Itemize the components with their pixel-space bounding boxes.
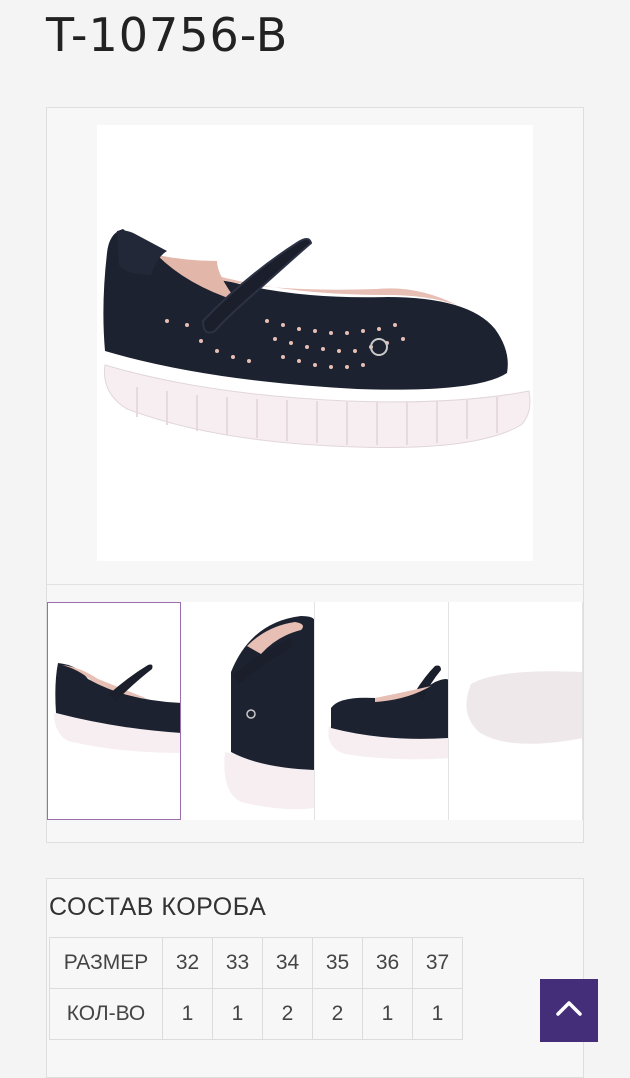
size-row-label: РАЗМЕР bbox=[49, 937, 163, 989]
quantity-cell: 2 bbox=[312, 988, 363, 1040]
gallery-divider bbox=[47, 584, 583, 585]
quantity-cell: 1 bbox=[162, 988, 213, 1040]
thumbnail-4[interactable] bbox=[449, 602, 583, 820]
size-cell: 37 bbox=[412, 937, 463, 989]
thumbnail-2[interactable] bbox=[181, 602, 315, 820]
quantity-row-label: КОЛ-ВО bbox=[49, 988, 163, 1040]
box-composition-panel: СОСТАВ КОРОБА РАЗМЕР 32 33 34 35 36 37 К… bbox=[46, 878, 584, 1078]
thumbnail-1[interactable] bbox=[47, 602, 181, 820]
chevron-up-icon bbox=[555, 999, 583, 1022]
quantity-cell: 1 bbox=[362, 988, 413, 1040]
quantity-cell: 1 bbox=[412, 988, 463, 1040]
size-cell: 32 bbox=[162, 937, 213, 989]
thumbnail-3[interactable] bbox=[315, 602, 449, 820]
size-cell: 34 bbox=[262, 937, 313, 989]
quantity-row: КОЛ-ВО 1 1 2 2 1 1 bbox=[49, 988, 463, 1040]
main-product-image[interactable] bbox=[97, 125, 533, 561]
scroll-to-top-button[interactable] bbox=[540, 979, 598, 1042]
box-composition-title: СОСТАВ КОРОБА bbox=[49, 893, 267, 921]
product-code-title: T-10756-B bbox=[46, 8, 289, 62]
size-quantity-table: РАЗМЕР 32 33 34 35 36 37 КОЛ-ВО 1 1 2 2 … bbox=[49, 937, 463, 1040]
product-gallery bbox=[46, 107, 584, 843]
quantity-cell: 1 bbox=[212, 988, 263, 1040]
quantity-cell: 2 bbox=[262, 988, 313, 1040]
thumbnail-strip bbox=[47, 602, 585, 820]
size-cell: 35 bbox=[312, 937, 363, 989]
size-cell: 36 bbox=[362, 937, 413, 989]
size-row: РАЗМЕР 32 33 34 35 36 37 bbox=[49, 937, 463, 989]
size-cell: 33 bbox=[212, 937, 263, 989]
